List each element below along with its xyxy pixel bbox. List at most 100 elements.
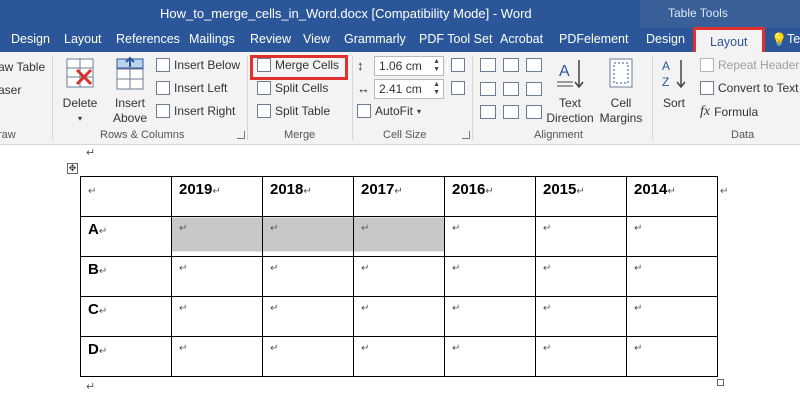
tab-view[interactable]: View: [303, 32, 330, 46]
table-cell[interactable]: ↵: [353, 296, 445, 337]
lightbulb-icon[interactable]: 💡: [771, 32, 787, 48]
tab-pdf-tool-set[interactable]: PDF Tool Set: [419, 32, 492, 46]
split-cells-button[interactable]: Split Cells: [257, 81, 328, 95]
spinner-arrows-icon[interactable]: ▲ ▼: [433, 58, 440, 74]
text-direction-button[interactable]: A Text Direction: [544, 56, 596, 126]
distribute-columns-icon[interactable]: [451, 81, 465, 95]
table-resize-handle[interactable]: [717, 379, 724, 386]
dropdown-arrow-icon: ▾: [417, 106, 422, 116]
cell-end-mark: ↵: [452, 263, 461, 274]
row-height-value: 1.06 cm: [379, 59, 422, 73]
text-direction-icon: A: [557, 60, 584, 89]
align-bottom-right-icon[interactable]: [526, 105, 542, 120]
data-table: ↵ 2019↵ 2018↵ 2017↵ 2016↵ 2015↵ 2014↵ ↵ A↵ ↵ ↵ ↵ ↵ ↵ ↵…: [80, 176, 731, 377]
year-header-cell[interactable]: 2015↵: [535, 176, 627, 217]
table-cell[interactable]: ↵: [262, 256, 354, 297]
column-width-field[interactable]: 2.41 cm ▲ ▼: [374, 79, 444, 99]
table-cell[interactable]: ↵: [626, 216, 718, 257]
formula-label: Formula: [714, 105, 759, 119]
year-header-cell[interactable]: 2016↵: [444, 176, 536, 217]
table-cell[interactable]: ↵: [535, 216, 627, 257]
row-height-field[interactable]: 1.06 cm ▲ ▼: [374, 56, 444, 76]
align-center-icon[interactable]: [503, 81, 519, 96]
table-cell[interactable]: ↵: [535, 296, 627, 337]
year-header-cell[interactable]: 2018↵: [262, 176, 354, 217]
separator: [472, 56, 473, 140]
row-header-cell[interactable]: C↵: [80, 296, 172, 337]
align-top-left-icon[interactable]: [480, 58, 496, 72]
table-cell[interactable]: ↵: [535, 336, 627, 377]
distribute-rows-icon[interactable]: [451, 58, 465, 72]
table-cell[interactable]: ↵: [444, 336, 536, 377]
autofit-button[interactable]: AutoFit ▾: [357, 104, 421, 118]
tab-layout-page[interactable]: Layout: [64, 32, 102, 46]
row-header-cell[interactable]: A↵: [80, 216, 172, 257]
table-cell[interactable]: ↵: [171, 336, 263, 377]
formula-button[interactable]: fx Formula: [700, 104, 758, 120]
table-move-handle-icon[interactable]: ✥: [67, 163, 78, 174]
sort-button[interactable]: A Z Sort: [656, 56, 692, 111]
tab-references[interactable]: References: [116, 32, 180, 46]
table-cell[interactable]: ↵: [626, 296, 718, 337]
align-bottom-center-icon[interactable]: [503, 105, 519, 120]
insert-above-button[interactable]: Insert Above: [108, 56, 152, 126]
table-cell[interactable]: ↵: [353, 336, 445, 377]
insert-below-button[interactable]: Insert Below: [156, 58, 240, 72]
cell-size-group-label: Cell Size: [383, 129, 427, 141]
repeat-header-rows-button[interactable]: Repeat Header R: [700, 58, 800, 72]
cell-margins-button[interactable]: Cell Margins: [596, 56, 646, 126]
table-cell[interactable]: ↵: [353, 256, 445, 297]
align-top-right-icon[interactable]: [526, 58, 542, 72]
align-center-right-icon[interactable]: [526, 81, 542, 96]
corner-cell[interactable]: ↵: [80, 176, 172, 217]
document-area[interactable]: ↵ ✥ ↵ 2019↵ 2018↵ 2017↵ 2016↵ 2015↵ 2014↵ ↵ A↵ ↵ ↵…: [0, 146, 800, 408]
delete-button[interactable]: Delete ▾: [58, 56, 102, 126]
separator: [247, 56, 248, 140]
dialog-launcher-icon[interactable]: [237, 131, 245, 139]
table-cell[interactable]: ↵: [262, 336, 354, 377]
align-top-center-icon[interactable]: [503, 58, 519, 72]
split-table-button[interactable]: Split Table: [257, 104, 330, 118]
tell-me-box[interactable]: Te: [787, 32, 800, 46]
cell-end-mark: ↵: [88, 186, 97, 197]
table-cell[interactable]: ↵: [535, 256, 627, 297]
row-header-cell[interactable]: B↵: [80, 256, 172, 297]
table-cell[interactable]: ↵: [626, 336, 718, 377]
eraser-button[interactable]: aser: [0, 83, 21, 97]
table-cell[interactable]: ↵: [171, 296, 263, 337]
convert-to-text-button[interactable]: Convert to Text: [700, 81, 798, 95]
row-header-cell[interactable]: D↵: [80, 336, 172, 377]
table-cell[interactable]: ↵: [262, 296, 354, 337]
merge-cells-button[interactable]: Merge Cells: [257, 58, 339, 72]
tab-table-design[interactable]: Design: [646, 32, 685, 46]
tab-table-layout[interactable]: Layout: [693, 27, 765, 53]
selected-cell[interactable]: ↵: [262, 216, 354, 257]
draw-table-button[interactable]: aw Table: [0, 60, 45, 74]
tab-review[interactable]: Review: [250, 32, 291, 46]
insert-right-button[interactable]: Insert Right: [156, 104, 235, 118]
convert-to-text-label: Convert to Text: [718, 81, 799, 95]
tab-design[interactable]: Design: [11, 32, 50, 46]
table-cell[interactable]: ↵: [444, 256, 536, 297]
insert-left-button[interactable]: Insert Left: [156, 81, 227, 95]
tab-pdfelement[interactable]: PDFelement: [559, 32, 628, 46]
tab-grammarly[interactable]: Grammarly: [344, 32, 406, 46]
year-header-cell[interactable]: 2017↵: [353, 176, 445, 217]
cell-text: 2015: [543, 181, 577, 198]
year-header-cell[interactable]: 2019↵: [171, 176, 263, 217]
selected-cell[interactable]: ↵: [171, 216, 263, 257]
table-cell[interactable]: ↵: [626, 256, 718, 297]
align-center-left-icon[interactable]: [480, 81, 496, 96]
tab-mailings[interactable]: Mailings: [189, 32, 235, 46]
dropdown-arrow-icon: ▾: [77, 114, 82, 123]
spinner-arrows-icon[interactable]: ▲ ▼: [433, 81, 440, 97]
table-cell[interactable]: ↵: [171, 256, 263, 297]
table-cell[interactable]: ↵: [444, 296, 536, 337]
dialog-launcher-icon[interactable]: [462, 131, 470, 139]
selected-cell[interactable]: ↵: [353, 216, 445, 257]
table-cell[interactable]: ↵: [444, 216, 536, 257]
align-bottom-left-icon[interactable]: [480, 105, 496, 120]
year-header-cell[interactable]: 2014↵: [626, 176, 718, 217]
tab-acrobat[interactable]: Acrobat: [500, 32, 543, 46]
formula-icon: fx: [700, 104, 711, 119]
